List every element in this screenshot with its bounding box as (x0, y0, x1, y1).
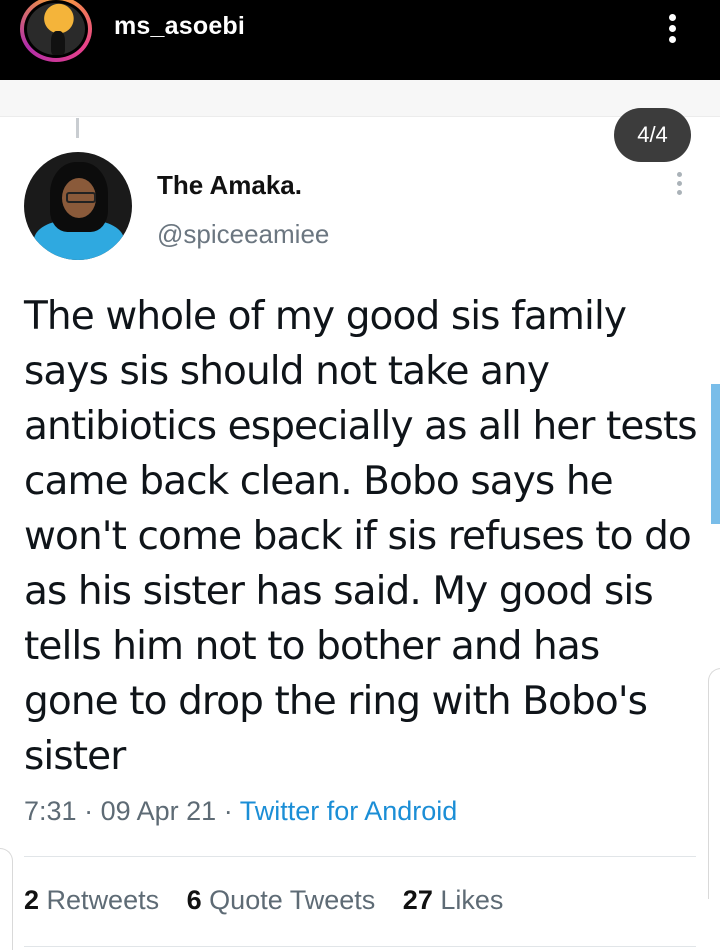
likes-stat[interactable]: 27 Likes (403, 885, 504, 915)
avatar-frame (24, 0, 88, 58)
tweet-date: 09 Apr 21 (100, 796, 217, 826)
divider (24, 856, 696, 857)
quotes-label: Quote Tweets (209, 885, 376, 915)
vertical-dots-icon[interactable] (660, 12, 684, 48)
profile-logo (27, 3, 85, 55)
retweets-count: 2 (24, 885, 40, 915)
tweet-source-link[interactable]: Twitter for Android (240, 796, 458, 826)
divider (24, 946, 696, 947)
tweet-handle[interactable]: @spiceeamiee (157, 219, 329, 250)
tweet-time: 7:31 (24, 796, 77, 826)
tweet-meta: 7:31 · 09 Apr 21 · Twitter for Android (24, 796, 457, 827)
likes-count: 27 (402, 885, 433, 915)
meta-separator: · (84, 796, 94, 826)
story-avatar[interactable] (20, 0, 92, 62)
post-top-band (0, 80, 720, 117)
retweets-stat[interactable]: 2 Retweets (24, 885, 159, 915)
more-options-icon[interactable] (673, 172, 685, 200)
card-edge (708, 668, 720, 899)
scroll-indicator (711, 384, 720, 524)
retweets-label: Retweets (46, 885, 160, 915)
quotes-stat[interactable]: 6 Quote Tweets (187, 885, 376, 915)
tweet-display-name[interactable]: The Amaka. (157, 170, 302, 201)
likes-label: Likes (440, 885, 504, 915)
avatar-glasses (66, 192, 96, 203)
page-indicator: 4/4 (614, 108, 691, 162)
account-username[interactable]: ms_asoebi (114, 12, 245, 41)
tweet-stats: 2 Retweets 6 Quote Tweets 27 Likes (24, 885, 503, 916)
top-bar: ms_asoebi (0, 0, 720, 80)
meta-separator: · (223, 796, 233, 826)
quotes-count: 6 (186, 885, 202, 915)
tweet-avatar[interactable] (24, 152, 132, 260)
thread-line (76, 118, 79, 138)
card-edge (0, 848, 13, 950)
tweet-text: The whole of my good sis family says sis… (24, 294, 698, 779)
